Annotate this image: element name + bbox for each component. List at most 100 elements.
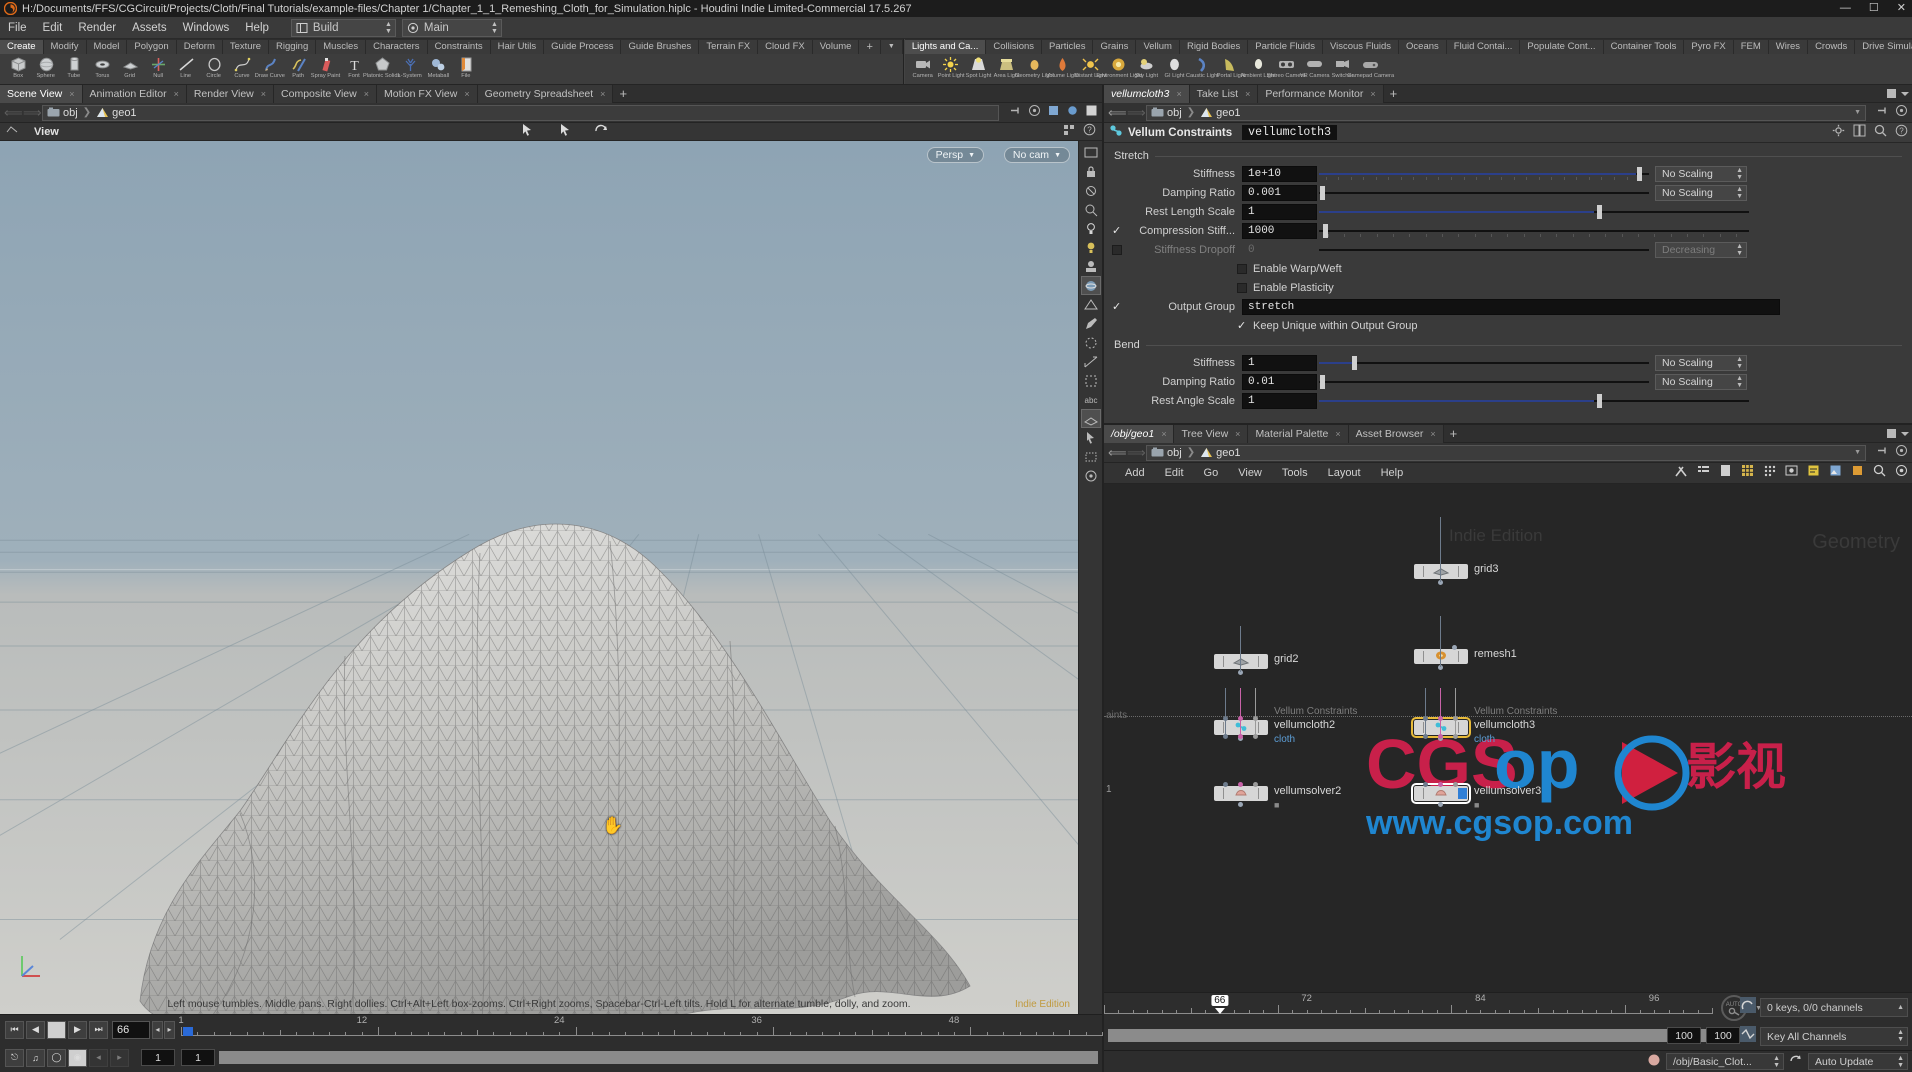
range-thumb-right[interactable] <box>1108 1029 1744 1042</box>
param-slider[interactable] <box>1319 204 1749 220</box>
node-body[interactable] <box>1214 786 1268 801</box>
param-slider[interactable] <box>1319 166 1649 182</box>
list-icon[interactable] <box>1697 464 1710 482</box>
display-set-icon[interactable] <box>1081 466 1101 485</box>
param-slider[interactable] <box>1319 355 1649 371</box>
grid-view-icon[interactable] <box>1741 464 1754 482</box>
node-port[interactable] <box>1438 802 1443 807</box>
tab-animation-editor[interactable]: Animation Editor× <box>83 85 187 103</box>
node-port[interactable] <box>1438 734 1443 739</box>
path-node[interactable]: geo1 <box>1216 107 1240 119</box>
shelf-tool-gamepad-camera[interactable]: Gamepad Camera <box>1357 54 1385 79</box>
status-path-spinner-icon[interactable]: ▲▼ <box>1773 1055 1780 1069</box>
param-value-field[interactable]: 0.001 <box>1242 185 1317 201</box>
view-menu-icon[interactable] <box>6 123 18 141</box>
shelf-tool-sky-light[interactable]: Sky Light <box>1133 54 1161 79</box>
param-scale-select[interactable]: No Scaling▲▼ <box>1655 374 1747 390</box>
shelf-tool-circle[interactable]: Circle <box>200 54 228 79</box>
scene-path-field[interactable]: obj ❯ geo1 <box>42 105 999 121</box>
shelf-tab-cloud-fx[interactable]: Cloud FX <box>758 40 813 54</box>
tab-performance-monitor[interactable]: Performance Monitor× <box>1258 85 1383 103</box>
node-port[interactable] <box>1253 734 1258 739</box>
back-arrow-icon[interactable]: ⟸ <box>1108 105 1123 121</box>
tab-geometry-spreadsheet[interactable]: Geometry Spreadsheet× <box>478 85 614 103</box>
status-path-field[interactable]: /obj/Basic_Clot... ▲▼ <box>1666 1053 1784 1070</box>
slider-handle[interactable] <box>1323 224 1328 238</box>
shelf-tool-grid[interactable]: Grid <box>116 54 144 79</box>
slider-handle[interactable] <box>1637 167 1642 181</box>
network-menu-layout[interactable]: Layout <box>1319 463 1370 484</box>
box-select-icon[interactable] <box>1081 447 1101 466</box>
close-button[interactable]: ✕ <box>1897 3 1906 14</box>
path-root[interactable]: obj <box>63 107 78 119</box>
node-port[interactable] <box>1223 716 1228 721</box>
template-flag-icon[interactable] <box>1085 104 1098 122</box>
frame-prev-icon[interactable]: ◂ <box>152 1021 163 1039</box>
update-mode-spinner-icon[interactable]: ▲▼ <box>1897 1055 1904 1069</box>
transform-icon[interactable] <box>1081 371 1101 390</box>
tab-render-view[interactable]: Render View× <box>187 85 274 103</box>
network-menu-edit[interactable]: Edit <box>1156 463 1193 484</box>
menu-file[interactable]: File <box>0 17 35 39</box>
param-slider[interactable] <box>1319 393 1749 409</box>
node-port[interactable] <box>1453 716 1458 721</box>
shelf-tool-camera[interactable]: Camera <box>909 54 937 79</box>
handle-cursor-icon[interactable] <box>557 122 572 142</box>
path-root[interactable]: obj <box>1167 107 1182 119</box>
tab-tree-view[interactable]: Tree View× <box>1174 425 1248 443</box>
param-value-field[interactable]: 1 <box>1242 355 1317 371</box>
maximize-pane-icon[interactable] <box>1887 429 1896 438</box>
tab-composite-view[interactable]: Composite View× <box>274 85 377 103</box>
operator-name-field[interactable]: vellumcloth3 <box>1242 125 1337 140</box>
shelf-tab-drive-simula[interactable]: Drive Simula... <box>1855 40 1912 54</box>
shelf-tab-characters[interactable]: Characters <box>366 40 427 54</box>
shelf-tool-caustic-light[interactable]: Caustic Light <box>1189 54 1217 79</box>
range-thumb[interactable] <box>219 1051 1098 1064</box>
timeline-range-scrollbar[interactable] <box>219 1051 1098 1064</box>
node-port[interactable] <box>1253 782 1258 787</box>
menu-windows[interactable]: Windows <box>175 17 238 39</box>
close-icon[interactable]: × <box>261 89 266 99</box>
shelf-tool-l-system[interactable]: L-System <box>396 54 424 79</box>
selection-icon[interactable] <box>1081 428 1101 447</box>
spinner-icon[interactable]: ▲▼ <box>1736 356 1743 370</box>
param-value-field[interactable]: 0 <box>1242 242 1317 258</box>
node-port[interactable] <box>1223 734 1228 739</box>
close-icon[interactable]: × <box>1335 429 1340 439</box>
layout-icon[interactable] <box>1853 124 1866 142</box>
node-port[interactable] <box>1438 782 1443 787</box>
globe-icon[interactable] <box>1081 276 1101 295</box>
lock-icon[interactable] <box>1081 162 1101 181</box>
go-to-start-button[interactable]: ⏮ <box>5 1021 24 1039</box>
timeline-ruler-left[interactable]: 112243648 <box>181 1015 1102 1044</box>
shelf-tab-particles[interactable]: Particles <box>1042 40 1093 54</box>
viewport-3d[interactable]: Persp ▼ No cam ▼ ✋ Left mouse tumbles. M… <box>0 141 1078 1014</box>
forward-arrow-icon[interactable]: ⟹ <box>1127 445 1142 461</box>
play-stop-button[interactable] <box>47 1021 66 1039</box>
image-icon[interactable] <box>1829 464 1842 482</box>
node-vellumcloth3[interactable]: vellumcloth3Vellum Constraintscloth <box>1414 720 1468 735</box>
node-port[interactable] <box>1238 802 1243 807</box>
node-port[interactable] <box>1238 716 1243 721</box>
node-port[interactable] <box>1423 782 1428 787</box>
wire-icon[interactable] <box>1081 295 1101 314</box>
help-icon[interactable]: ? <box>1895 124 1908 142</box>
pane-menu-icon[interactable] <box>1901 92 1909 96</box>
shelf-tool-stereo-camera[interactable]: Stereo Camera <box>1273 54 1301 79</box>
timeline-range-scrollbar-right[interactable] <box>1108 1029 1744 1042</box>
shelf-tool-environment-light[interactable]: Environment Light <box>1105 54 1133 79</box>
note-icon[interactable] <box>1807 464 1820 482</box>
close-icon[interactable]: × <box>364 89 369 99</box>
shelf-tab-volume[interactable]: Volume <box>813 40 860 54</box>
param-slider[interactable] <box>1319 185 1649 201</box>
param-slider[interactable] <box>1319 223 1749 239</box>
tab-material-palette[interactable]: Material Palette× <box>1248 425 1348 443</box>
node-port[interactable] <box>1238 734 1243 739</box>
step-back-button[interactable]: ◀ <box>26 1021 45 1039</box>
close-icon[interactable]: × <box>600 89 605 99</box>
search-icon[interactable] <box>1873 464 1886 482</box>
shelf-tool-platonic-solids[interactable]: Platonic Solids <box>368 54 396 79</box>
shelf-tool-sphere[interactable]: Sphere <box>32 54 60 79</box>
slider-handle[interactable] <box>1597 394 1602 408</box>
parameter-path-field[interactable]: obj ❯ geo1 ▼ <box>1146 105 1866 121</box>
